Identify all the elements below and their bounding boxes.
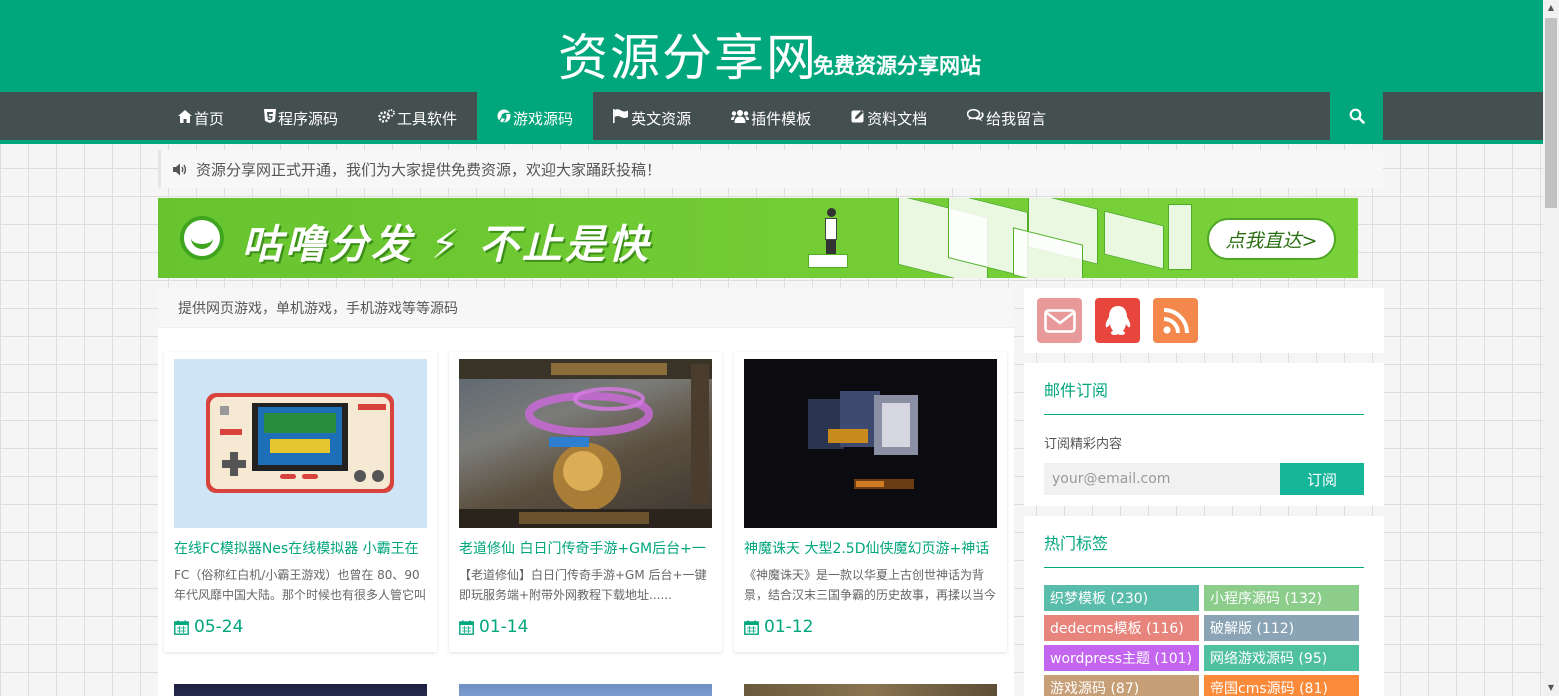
email-input[interactable] [1044,463,1280,495]
post-excerpt: 《神魔诛天》是一款以华夏上古创世神话为背景，结合汉末三国争霸的历史故事，再揉以当… [744,568,997,602]
site-header: 资源分享网 免费资源分享网站 [0,0,1543,92]
mail-icon [1043,308,1076,333]
nav-item-tools[interactable]: 工具软件 [358,92,477,144]
nav-item-english[interactable]: 英文资源 [593,92,711,144]
nav-item-home[interactable]: 首页 [158,92,244,144]
category-description: 提供网页游戏，单机游戏，手机游戏等等源码 [158,288,1014,328]
announcement-bar: 资源分享网正式开通，我们为大家提供免费资源，欢迎大家踊跃投稿！ [158,150,1383,188]
platform-illustration [808,254,848,268]
qq-icon [1103,305,1133,337]
html5-icon [264,109,277,127]
calendar-icon [744,620,759,635]
qq-link[interactable] [1095,298,1140,343]
search-button[interactable] [1330,92,1383,144]
calendar-icon [459,620,474,635]
post-thumbnail[interactable] [744,684,997,696]
tag-cloud: 织梦模板 (230) 小程序源码 (132) dedecms模板 (116) 破… [1024,568,1384,696]
scroll-up-icon[interactable]: ▲ [1546,3,1556,13]
subscribe-form: 订阅 [1044,463,1364,495]
site-title[interactable]: 资源分享网 [558,18,818,90]
gulu-logo-icon [180,216,224,260]
edit-icon [851,109,865,127]
users-icon [731,109,750,127]
tags-widget: 热门标签 织梦模板 (230) 小程序源码 (132) dedecms模板 (1… [1024,516,1384,696]
nav-label: 给我留言 [986,109,1047,128]
post-date: 05-24 [174,617,243,637]
screen-illustration [1104,210,1164,270]
tag-link[interactable]: 破解版 (112) [1204,615,1359,641]
post-thumbnail[interactable] [174,359,427,528]
post-card: 在线FC模拟器Nes在线模拟器 小霸王在 FC（俗称红白机/小霸王游戏）也曾在 … [164,352,437,652]
tag-link[interactable]: 游戏源码 (87) [1044,675,1199,696]
rss-link[interactable] [1153,298,1198,343]
nav-item-guestbook[interactable]: 给我留言 [947,92,1066,144]
tag-link[interactable]: dedecms模板 (116) [1044,615,1199,641]
nav-label: 插件模板 [751,109,812,128]
scrollbar-thumb[interactable] [1545,18,1557,208]
screen-illustration [1168,204,1192,270]
widget-title: 热门标签 [1044,534,1109,553]
cogs-icon [378,109,395,127]
home-icon [178,109,192,127]
tag-link[interactable]: 织梦模板 (230) [1044,585,1199,611]
announcement-text: 资源分享网正式开通，我们为大家提供免费资源，欢迎大家踊跃投稿！ [196,160,662,179]
rss-icon [1162,307,1190,335]
post-title[interactable]: 老道修仙 白日门传奇手游+GM后台+一 [459,538,712,558]
post-excerpt: 【老道修仙】白日门传奇手游+GM 后台+一键即玩服务端+附带外网教程下载地址..… [459,568,707,602]
nav-item-plugins[interactable]: 插件模板 [711,92,831,144]
nav-item-docs[interactable]: 资料文档 [831,92,947,144]
tag-link[interactable]: 帝国cms源码 (81) [1204,675,1359,696]
comments-icon [966,108,984,127]
nav-label: 资料文档 [867,109,928,128]
post-thumbnail[interactable] [174,684,427,696]
chrome-icon [497,109,511,127]
speaker-icon [173,163,188,176]
post-card: 神魔诛天 大型2.5D仙侠魔幻页游+神话 《神魔诛天》是一款以华夏上古创世神话为… [734,352,1007,652]
post-thumbnail[interactable] [459,684,712,696]
banner-headline: 咕噜分发 ⚡ 不止是快 [242,222,651,268]
calendar-icon [174,620,189,635]
search-icon [1349,108,1365,128]
ad-banner[interactable]: 咕噜分发 ⚡ 不止是快 点我直达> [158,198,1358,278]
nav-item-games[interactable]: 游戏源码 [477,92,594,144]
post-title[interactable]: 在线FC模拟器Nes在线模拟器 小霸王在 [174,538,427,558]
tag-link[interactable]: 小程序源码 (132) [1204,585,1359,611]
subscribe-button[interactable]: 订阅 [1280,463,1364,495]
sidebar: 邮件订阅 订阅精彩内容 订阅 热门标签 织梦模板 (230) 小程序源码 (13… [1024,288,1384,696]
nav-label: 工具软件 [397,109,458,128]
nav-label: 首页 [194,109,225,128]
post-excerpt: FC（俗称红白机/小霸王游戏）也曾在 80、90 年代风靡中国大陆。那个时候也有… [174,568,427,602]
tag-link[interactable]: wordpress主题 (101) [1044,645,1199,671]
email-link[interactable] [1037,298,1082,343]
social-links [1024,288,1384,353]
nav-item-source[interactable]: 程序源码 [244,92,358,144]
main-nav: 首页 程序源码 工具软件 游戏源码 英文资源 插件模板 资料文档 给我留言 [0,92,1543,144]
site-subtitle: 免费资源分享网站 [813,53,981,78]
post-list-panel: 提供网页游戏，单机游戏，手机游戏等等源码 在线FC模拟器Nes在线模拟器 小霸王… [158,288,1014,696]
widget-title: 邮件订阅 [1044,381,1109,400]
post-thumbnail[interactable] [744,359,997,528]
post-card: 老道修仙 白日门传奇手游+GM后台+一 【老道修仙】白日门传奇手游+GM 后台+… [449,352,722,652]
page-scrollbar[interactable]: ▲ ▼ [1543,0,1559,696]
flag-icon [613,109,629,127]
post-date: 01-14 [459,617,528,637]
post-date: 01-12 [744,617,813,637]
banner-cta-button[interactable]: 点我直达> [1207,218,1336,260]
post-title[interactable]: 神魔诛天 大型2.5D仙侠魔幻页游+神话 [744,538,997,558]
subscribe-widget: 邮件订阅 订阅精彩内容 订阅 [1024,363,1384,506]
tag-link[interactable]: 网络游戏源码 (95) [1204,645,1359,671]
nav-label: 游戏源码 [513,109,574,128]
subscribe-subtitle: 订阅精彩内容 [1044,437,1123,452]
nav-label: 程序源码 [278,109,339,128]
post-thumbnail[interactable] [459,359,712,528]
scroll-down-icon[interactable]: ▼ [1546,683,1556,693]
nav-label: 英文资源 [631,109,692,128]
